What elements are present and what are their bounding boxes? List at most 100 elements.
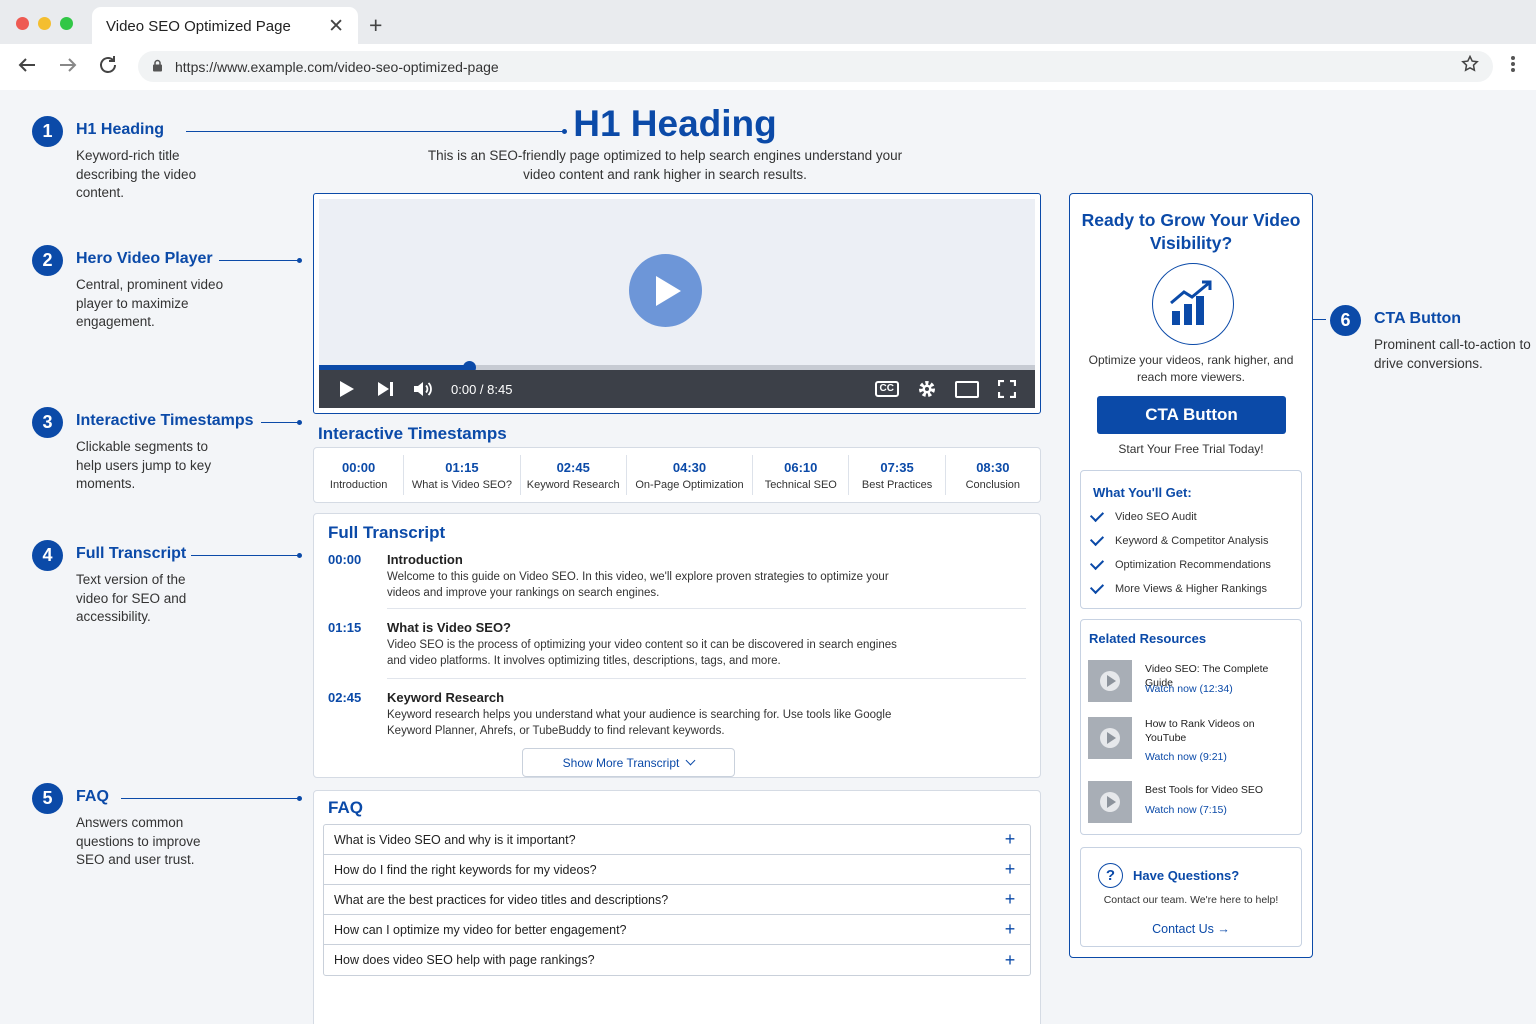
star-icon[interactable] <box>1461 54 1479 78</box>
faq-item[interactable]: What is Video SEO and why is it importan… <box>324 825 1030 855</box>
tab-close-icon[interactable]: ✕ <box>328 15 344 38</box>
tab-title: Video SEO Optimized Page <box>106 17 291 35</box>
annotation-number: 3 <box>32 407 63 438</box>
transcript-time[interactable]: 01:15 <box>328 620 361 635</box>
video-thumbnail-icon[interactable] <box>1088 781 1132 823</box>
timestamp-item[interactable]: 08:30 Conclusion <box>946 455 1040 495</box>
timestamp-item[interactable]: 01:15 What is Video SEO? <box>404 455 521 495</box>
annotation-connector <box>219 258 302 263</box>
page-content: 1 H1 Heading Keyword-rich title describi… <box>0 90 1536 1024</box>
show-more-transcript-button[interactable]: Show More Transcript <box>522 748 735 777</box>
faq-item[interactable]: How do I find the right keywords for my … <box>324 855 1030 885</box>
play-small-icon[interactable] <box>333 375 361 403</box>
skip-next-icon[interactable] <box>371 375 399 403</box>
plus-icon[interactable]: + <box>1000 950 1020 971</box>
captions-icon[interactable]: CC <box>874 381 899 397</box>
faq-question: How do I find the right keywords for my … <box>334 862 597 877</box>
plus-icon[interactable]: + <box>1000 859 1020 880</box>
play-icon[interactable] <box>629 254 702 327</box>
plus-icon[interactable]: + <box>1000 829 1020 850</box>
faq-item[interactable]: What are the best practices for video ti… <box>324 885 1030 915</box>
reload-icon[interactable] <box>97 54 119 82</box>
card-title: Related Resources <box>1089 631 1207 646</box>
resource-item[interactable]: How to Rank Videos on YouTube Watch now … <box>1088 717 1298 763</box>
cta-sidebar: Ready to Grow Your Video Visibility? Opt… <box>1069 193 1313 958</box>
address-bar[interactable]: https://www.example.com/video-seo-optimi… <box>138 51 1493 82</box>
browser-toolbar: https://www.example.com/video-seo-optimi… <box>0 44 1536 90</box>
browser-chrome: Video SEO Optimized Page ✕ + https://www… <box>0 0 1536 90</box>
timestamp-item[interactable]: 02:45 Keyword Research <box>521 455 627 495</box>
transcript-time[interactable]: 02:45 <box>328 690 361 705</box>
plus-icon[interactable]: + <box>1000 919 1020 940</box>
annotation-title: Full Transcript <box>76 545 187 562</box>
kebab-menu-icon[interactable] <box>1510 54 1516 80</box>
annotation-title: Interactive Timestamps <box>76 412 254 429</box>
faq-panel: FAQ What is Video SEO and why is it impo… <box>313 790 1041 1024</box>
resource-title: How to Rank Videos on YouTube <box>1145 718 1255 744</box>
cta-subtext: Start Your Free Trial Today! <box>1118 442 1264 456</box>
theater-mode-icon[interactable] <box>953 375 981 403</box>
transcript-text: Welcome to this guide on Video SEO. In t… <box>387 571 889 599</box>
benefit-label: Optimization Recommendations <box>1115 559 1271 571</box>
watch-now-link[interactable]: Watch now (9:21) <box>1145 751 1227 763</box>
transcript-text: Video SEO is the process of optimizing y… <box>387 639 897 667</box>
browser-tab[interactable]: Video SEO Optimized Page ✕ <box>92 7 358 45</box>
video-thumbnail-icon[interactable] <box>1088 717 1132 759</box>
close-window-button[interactable] <box>16 17 29 30</box>
related-resources-card: Related Resources Video SEO: The Complet… <box>1080 619 1302 835</box>
timestamp-time: 08:30 <box>976 459 1010 475</box>
hero-video-player: 0:00 / 8:45 CC <box>313 193 1041 414</box>
timestamps-bar: 00:00 Introduction 01:15 What is Video SEO… <box>313 447 1041 503</box>
annotation-desc: Text version of the video for SEO and ac… <box>76 572 187 624</box>
check-icon <box>1089 507 1105 523</box>
settings-gear-icon[interactable] <box>913 375 941 403</box>
benefit-item: Optimization Recommendations <box>1089 555 1271 571</box>
fullscreen-icon[interactable] <box>993 375 1021 403</box>
timestamp-item[interactable]: 07:35 Best Practices <box>849 455 946 495</box>
chevron-down-icon <box>685 755 696 766</box>
cta-button[interactable]: CTA Button <box>1097 396 1286 434</box>
transcript-heading: Keyword Research <box>387 690 505 705</box>
faq-question: How does video SEO help with page rankin… <box>334 953 595 967</box>
contact-us-link[interactable]: Contact Us → <box>1081 922 1301 936</box>
timestamp-label: What is Video SEO? <box>411 478 512 491</box>
questions-title: Have Questions? <box>1133 868 1240 883</box>
resource-item[interactable]: Best Tools for Video SEO Watch now (7:15… <box>1088 781 1298 825</box>
faq-list: What is Video SEO and why is it importan… <box>323 824 1031 976</box>
video-screen[interactable]: 0:00 / 8:45 CC <box>319 199 1035 408</box>
timestamp-item[interactable]: 06:10 Technical SEO <box>753 455 850 495</box>
maximize-window-button[interactable] <box>60 17 73 30</box>
faq-question: What are the best practices for video ti… <box>334 892 669 907</box>
annotation-number: 1 <box>32 116 63 147</box>
back-arrow-icon[interactable] <box>16 54 38 82</box>
timestamp-time: 06:10 <box>784 459 818 475</box>
faq-item[interactable]: How does video SEO help with page rankin… <box>324 945 1030 975</box>
timestamp-time: 02:45 <box>556 459 590 475</box>
what-you-get-card: What You'll Get: Video SEO Audit Keyword… <box>1080 470 1302 609</box>
watch-now-link[interactable]: Watch now (7:15) <box>1145 804 1227 816</box>
timestamp-item[interactable]: 04:30 On-Page Optimization <box>627 455 754 495</box>
video-thumbnail-icon[interactable] <box>1088 660 1132 702</box>
new-tab-button[interactable]: + <box>369 12 382 39</box>
annotation-title: CTA Button <box>1374 310 1462 327</box>
timestamp-time: 01:15 <box>445 459 479 475</box>
transcript-heading: Introduction <box>387 552 463 567</box>
faq-item[interactable]: How can I optimize my video for better e… <box>324 915 1030 945</box>
timestamp-time: 04:30 <box>672 459 707 475</box>
resource-item[interactable]: Video SEO: The Complete Guide Watch now … <box>1088 660 1298 704</box>
faq-question: How can I optimize my video for better e… <box>334 922 627 937</box>
minimize-window-button[interactable] <box>38 17 51 30</box>
transcript-title: Full Transcript <box>328 523 446 542</box>
plus-icon[interactable]: + <box>1000 889 1020 910</box>
timestamps-title: Interactive Timestamps <box>318 424 507 443</box>
forward-arrow-icon[interactable] <box>57 54 79 82</box>
timestamp-item[interactable]: 00:00 Introduction <box>314 455 405 495</box>
benefit-item: Keyword & Competitor Analysis <box>1089 531 1268 547</box>
volume-icon[interactable] <box>409 375 437 403</box>
faq-title: FAQ <box>328 798 363 817</box>
transcript-time[interactable]: 00:00 <box>328 552 361 567</box>
resource-title: Best Tools for Video SEO <box>1145 784 1264 796</box>
check-icon <box>1089 555 1105 571</box>
annotation-desc: Prominent call-to-action to drive conver… <box>1374 337 1531 371</box>
watch-now-link[interactable]: Watch now (12:34) <box>1145 683 1233 695</box>
